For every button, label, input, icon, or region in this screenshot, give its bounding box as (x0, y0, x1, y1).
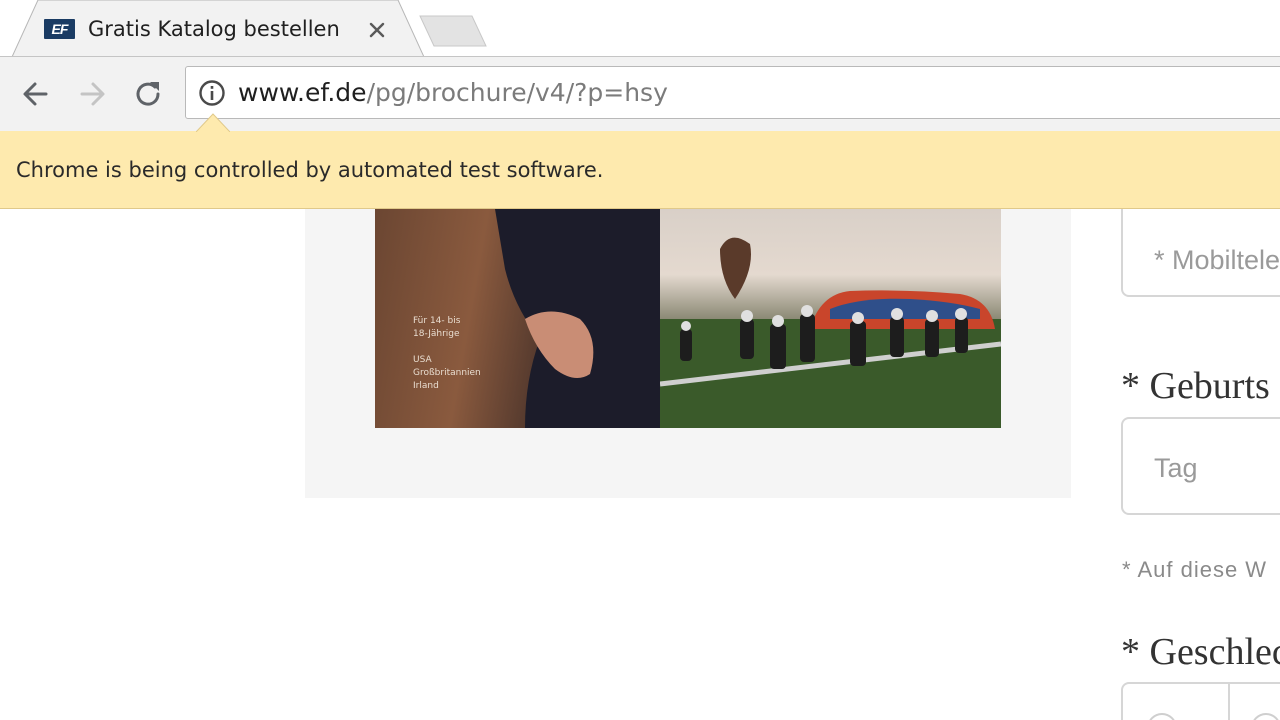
forward-button[interactable] (72, 74, 112, 114)
birth-day-field[interactable]: Tag (1121, 417, 1280, 515)
automation-infobar: Chrome is being controlled by automated … (0, 131, 1280, 209)
ef-favicon-icon: EF (44, 19, 75, 39)
url-host: www.ef.de (238, 78, 367, 107)
brochure-caption: Für 14- bis 18-Jährige USA Großbritannie… (413, 316, 481, 391)
tab-title: Gratis Katalog bestellen (88, 17, 340, 41)
gender-radio-group (1121, 682, 1280, 720)
gender-radio-option[interactable] (1251, 713, 1280, 720)
url-path: /pg/brochure/v4/?p=hsy (366, 78, 668, 107)
football-scene (660, 237, 1001, 428)
reload-button[interactable] (128, 74, 168, 114)
browser-toolbar: www.ef.de/pg/brochure/v4/?p=hsy (0, 57, 1280, 131)
new-tab-button[interactable] (418, 14, 488, 48)
brochure-cover-right (660, 209, 1001, 428)
url-text: www.ef.de/pg/brochure/v4/?p=hsy (238, 76, 668, 110)
mobile-phone-field[interactable]: * Mobiltele (1121, 209, 1280, 297)
brochure-image: Für 14- bis 18-Jährige USA Großbritannie… (375, 209, 1001, 428)
close-tab-icon[interactable] (366, 19, 388, 41)
page-content: Für 14- bis 18-Jährige USA Großbritannie… (0, 209, 1280, 720)
address-bar[interactable]: www.ef.de/pg/brochure/v4/?p=hsy (185, 66, 1280, 119)
form-note: * Auf diese W (1122, 557, 1268, 582)
info-icon[interactable] (198, 79, 226, 107)
infobar-pointer (196, 113, 230, 132)
tab-strip: EF Gratis Katalog bestellen (0, 0, 1280, 57)
birthdate-label: * Geburts (1121, 365, 1270, 407)
birth-day-placeholder: Tag (1154, 453, 1198, 483)
radio-divider (1228, 684, 1230, 720)
gender-radio-option[interactable] (1147, 713, 1177, 720)
mobile-phone-placeholder: * Mobiltele (1154, 245, 1280, 275)
infobar-message: Chrome is being controlled by automated … (16, 158, 604, 182)
back-button[interactable] (16, 74, 56, 114)
gender-label: * Geschlec (1121, 631, 1280, 673)
brochure-cover-left: Für 14- bis 18-Jährige USA Großbritannie… (375, 209, 660, 428)
